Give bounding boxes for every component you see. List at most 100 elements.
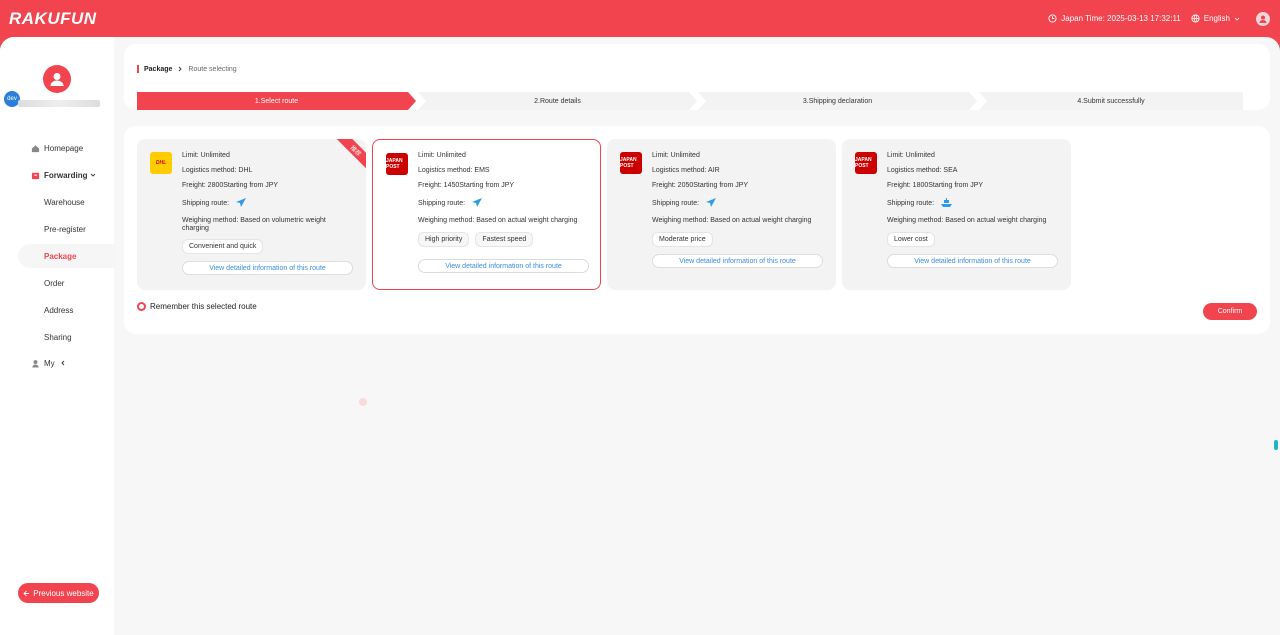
- breadcrumb-accent: [137, 65, 139, 73]
- clock-icon: [1048, 14, 1057, 23]
- route-method: Logistics method: AIR: [652, 167, 720, 174]
- sidebar-item-sharing[interactable]: Sharing: [0, 325, 114, 349]
- remember-label: Remember this selected route: [150, 302, 257, 311]
- main-shell: dev Homepage Forwarding Warehouse Pre-re…: [0, 37, 1280, 635]
- step-route-details: 2.Route details: [418, 92, 697, 110]
- sidebar-item-package[interactable]: Package: [18, 244, 114, 268]
- sidebar-item-address[interactable]: Address: [0, 298, 114, 322]
- route-method: Logistics method: DHL: [182, 167, 253, 174]
- breadcrumb-package[interactable]: Package: [144, 66, 172, 73]
- top-bar: RAKUFUN Japan Time: 2025-03-13 17:32:11 …: [0, 0, 1280, 37]
- sidebar-item-order[interactable]: Order: [0, 271, 114, 295]
- step-select-route: 1.Select route: [137, 92, 416, 110]
- side-scroll-handle[interactable]: [1274, 440, 1278, 450]
- sidebar-item-label: Package: [44, 251, 77, 261]
- remember-route-option[interactable]: Remember this selected route: [137, 302, 257, 311]
- shipping-route: Shipping route:: [418, 197, 483, 209]
- sidebar-item-warehouse[interactable]: Warehouse: [0, 190, 114, 214]
- route-card-dhl[interactable]: 推荐 DHL Limit: Unlimited Logistics method…: [137, 139, 366, 290]
- step-submit-successfully: 4.Submit successfully: [979, 92, 1243, 110]
- route-tag: High priority: [418, 232, 470, 247]
- airplane-icon: [472, 198, 483, 207]
- route-tags: High priority Fastest speed: [418, 232, 534, 247]
- japan-post-logo: JAPAN POST: [620, 152, 642, 174]
- sidebar: dev Homepage Forwarding Warehouse Pre-re…: [0, 37, 114, 635]
- sidebar-item-label: Address: [44, 305, 74, 315]
- recommended-ribbon: 推荐: [335, 139, 366, 172]
- rakufun-logo[interactable]: RAKUFUN: [9, 9, 97, 29]
- sidebar-item-label: Sharing: [44, 332, 72, 342]
- globe-icon: [1191, 14, 1200, 23]
- route-panel: 推荐 DHL Limit: Unlimited Logistics method…: [124, 126, 1270, 334]
- airplane-icon: [236, 198, 247, 207]
- user-icon: [50, 73, 64, 86]
- route-limit: Limit: Unlimited: [418, 152, 466, 159]
- remember-radio[interactable]: [137, 302, 146, 311]
- view-route-details-link[interactable]: View detailed information of this route: [182, 261, 353, 275]
- sidebar-item-label: Warehouse: [44, 197, 85, 207]
- route-tags: Lower cost: [887, 232, 935, 247]
- shipping-route: Shipping route:: [182, 197, 247, 209]
- box-icon: [31, 172, 40, 179]
- route-weighing: Weighing method: Based on volumetric wei…: [182, 217, 326, 232]
- route-card-air[interactable]: JAPAN POST Limit: Unlimited Logistics me…: [607, 139, 836, 290]
- route-weighing: Weighing method: Based on actual weight …: [418, 217, 578, 224]
- confirm-button[interactable]: Confirm: [1203, 303, 1257, 320]
- route-freight: Freight: 1800Starting from JPY: [887, 182, 984, 189]
- user-avatar-small[interactable]: [1256, 11, 1270, 26]
- chevron-left-icon: [61, 360, 65, 366]
- sidebar-item-label: Homepage: [44, 143, 84, 153]
- route-method: Logistics method: EMS: [418, 167, 490, 174]
- sidebar-item-label: My: [44, 358, 55, 368]
- route-limit: Limit: Unlimited: [652, 152, 700, 159]
- route-limit: Limit: Unlimited: [182, 152, 230, 159]
- route-tags: Convenient and quick: [182, 239, 264, 254]
- previous-website-button[interactable]: Previous website: [18, 583, 99, 603]
- view-route-details-link[interactable]: View detailed information of this route: [652, 254, 823, 268]
- japan-post-logo: JAPAN POST: [855, 152, 877, 174]
- view-route-details-link[interactable]: View detailed information of this route: [418, 259, 589, 273]
- user-icon: [32, 359, 39, 368]
- step-shipping-declaration: 3.Shipping declaration: [698, 92, 977, 110]
- route-tags: Moderate price: [652, 232, 713, 247]
- chevron-down-icon: [1234, 17, 1240, 21]
- japan-time-text: Japan Time: 2025-03-13 17:32:11: [1061, 14, 1181, 23]
- sidebar-item-my[interactable]: My: [0, 351, 114, 375]
- shipping-route: Shipping route:: [887, 197, 953, 209]
- breadcrumb: Package Route selecting: [137, 65, 237, 73]
- shipping-route-label: Shipping route:: [182, 199, 230, 207]
- user-avatar[interactable]: [43, 65, 71, 93]
- shipping-route-label: Shipping route:: [887, 199, 935, 207]
- sidebar-item-forwarding[interactable]: Forwarding: [0, 163, 114, 187]
- route-card-sea[interactable]: JAPAN POST Limit: Unlimited Logistics me…: [842, 139, 1071, 290]
- previous-website-label: Previous website: [33, 588, 94, 598]
- steps-panel: Package Route selecting 1.Select route 2…: [124, 44, 1270, 110]
- route-card-ems[interactable]: JAPAN POST Limit: Unlimited Logistics me…: [372, 139, 601, 290]
- sidebar-item-pre-register[interactable]: Pre-register: [0, 217, 114, 241]
- route-tag: Convenient and quick: [182, 239, 264, 254]
- sidebar-item-homepage[interactable]: Homepage: [0, 136, 114, 160]
- view-route-details-link[interactable]: View detailed information of this route: [887, 254, 1058, 268]
- sidebar-item-label: Order: [44, 278, 65, 288]
- route-weighing: Weighing method: Based on actual weight …: [887, 217, 1047, 224]
- route-tag: Lower cost: [887, 232, 935, 247]
- progress-steps: 1.Select route 2.Route details 3.Shippin…: [137, 92, 1243, 110]
- route-method: Logistics method: SEA: [887, 167, 958, 174]
- chevron-right-icon: [179, 66, 183, 72]
- shipping-route-label: Shipping route:: [652, 199, 700, 207]
- route-freight: Freight: 2800Starting from JPY: [182, 182, 279, 189]
- chevron-down-icon: [90, 173, 96, 177]
- blurred-username: [18, 100, 100, 107]
- route-freight: Freight: 1450Starting from JPY: [418, 182, 515, 189]
- user-icon: [1259, 15, 1267, 23]
- arrow-left-icon: [23, 590, 30, 596]
- shipping-route-label: Shipping route:: [418, 199, 466, 207]
- airplane-icon: [706, 198, 717, 207]
- language-label: English: [1203, 14, 1230, 23]
- home-icon: [31, 144, 40, 152]
- dhl-logo: DHL: [150, 152, 172, 174]
- language-selector[interactable]: English: [1191, 14, 1240, 23]
- route-weighing: Weighing method: Based on actual weight …: [652, 217, 812, 224]
- japan-post-logo: JAPAN POST: [386, 153, 408, 175]
- japan-time: Japan Time: 2025-03-13 17:32:11: [1048, 14, 1181, 23]
